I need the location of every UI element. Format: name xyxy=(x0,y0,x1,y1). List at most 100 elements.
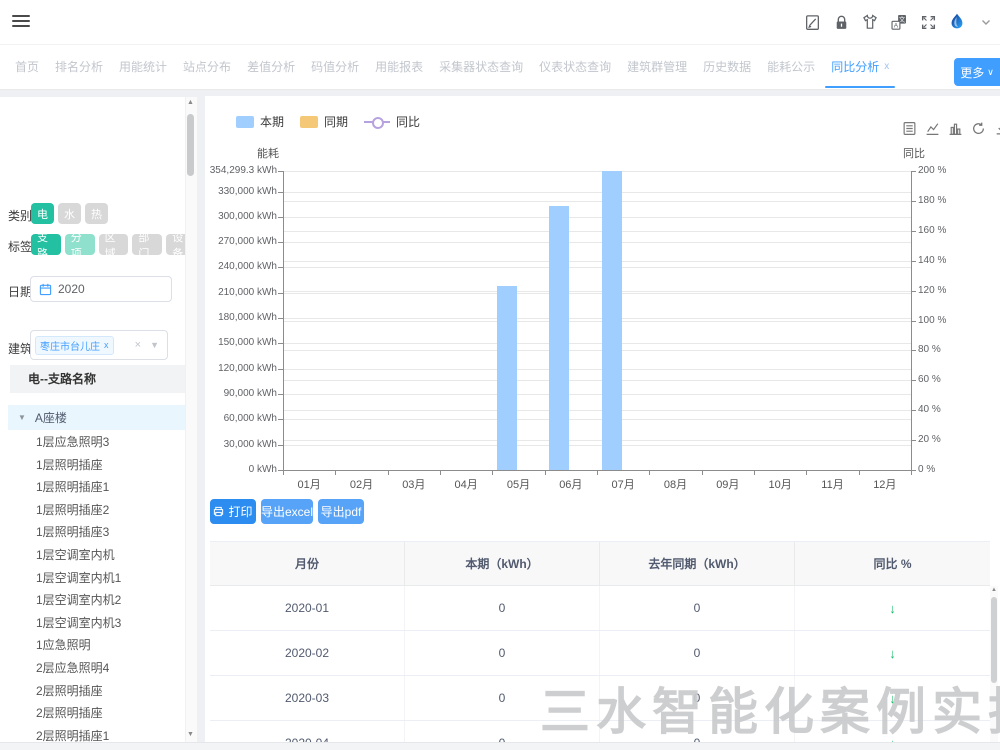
tree-item[interactable]: 1层照明插座2 xyxy=(8,499,186,522)
legend-item-peer[interactable]: 同期 xyxy=(300,113,348,130)
building-tag-close-icon[interactable]: x xyxy=(104,340,109,350)
tree-item[interactable]: 1层照明插座 xyxy=(8,454,186,477)
tab-6[interactable]: 码值分析 xyxy=(303,45,367,88)
print-label: 打印 xyxy=(228,503,252,520)
tree-item[interactable]: 2层照明插座1 xyxy=(8,725,186,742)
edit-log-icon[interactable] xyxy=(802,12,822,32)
tickmark xyxy=(911,470,912,475)
tickmark xyxy=(649,470,650,475)
tree-item[interactable]: 2层应急照明4 xyxy=(8,657,186,680)
tab-close-icon[interactable]: x xyxy=(884,61,889,72)
tab-label: 历史数据 xyxy=(703,58,751,75)
tickmark xyxy=(911,321,916,322)
tree-item[interactable]: 1层空调室内机 xyxy=(8,544,186,567)
cell-current: 0 xyxy=(405,586,600,630)
tree-item[interactable]: 1层空调室内机3 xyxy=(8,612,186,635)
tab-1[interactable]: 首页 xyxy=(7,45,47,88)
tag-option-部门[interactable]: 部门 xyxy=(132,234,162,255)
tab-5[interactable]: 差值分析 xyxy=(239,45,303,88)
table-scroll-up-icon[interactable]: ▲ xyxy=(990,587,998,593)
x-axis-tick-label: 12月 xyxy=(859,476,911,492)
tab-7[interactable]: 用能报表 xyxy=(367,45,431,88)
select-caret-icon[interactable]: ▼ xyxy=(150,340,159,350)
tickmark xyxy=(911,231,916,232)
tree-item[interactable]: 1层空调室内机1 xyxy=(8,567,186,590)
tab-9[interactable]: 仪表状态查询 xyxy=(531,45,619,88)
tree-item[interactable]: 1层照明插座1 xyxy=(8,476,186,499)
fullscreen-icon[interactable] xyxy=(918,12,938,32)
export-excel-label: 导出excel xyxy=(261,503,313,520)
tab-3[interactable]: 用能统计 xyxy=(111,45,175,88)
tab-8[interactable]: 采集器状态查询 xyxy=(431,45,531,88)
tab-11[interactable]: 历史数据 xyxy=(695,45,759,88)
category-option-水[interactable]: 水 xyxy=(58,203,81,224)
download-icon[interactable] xyxy=(994,121,1000,136)
select-clear-icon[interactable]: × xyxy=(135,339,141,351)
tickmark xyxy=(335,470,336,475)
table-header-cell: 同比 % xyxy=(795,542,990,585)
tickmark xyxy=(859,470,860,475)
category-option-电[interactable]: 电 xyxy=(31,203,54,224)
sidebar-scrollbar-thumb[interactable] xyxy=(187,114,194,176)
right-axis-title: 同比 xyxy=(903,145,925,161)
tab-label: 用能报表 xyxy=(375,58,423,75)
legend-label-yoy: 同比 xyxy=(396,113,420,130)
tab-bar: 首页排名分析用能统计站点分布差值分析码值分析用能报表采集器状态查询仪表状态查询建… xyxy=(0,44,1000,90)
grid-line xyxy=(283,201,911,202)
bottom-scroll-strip[interactable] xyxy=(0,742,1000,750)
bar-current-05月 xyxy=(497,286,517,470)
tree-item[interactable]: 1层照明插座3 xyxy=(8,521,186,544)
more-tabs-button[interactable]: 更多 ∨ xyxy=(954,58,1000,86)
lock-icon[interactable] xyxy=(831,12,851,32)
tag-option-分项[interactable]: 分项 xyxy=(65,234,95,255)
data-view-icon[interactable] xyxy=(902,121,917,136)
tickmark xyxy=(597,470,598,475)
grid-line xyxy=(283,410,911,411)
language-icon[interactable]: 文 A xyxy=(889,12,909,32)
legend-label-peer: 同期 xyxy=(324,113,348,130)
tree-item[interactable]: 2层照明插座 xyxy=(8,702,186,725)
sidebar-scrollbar-track[interactable] xyxy=(185,97,197,742)
tab-13[interactable]: 同比分析x xyxy=(823,45,897,88)
grid-line xyxy=(283,261,911,262)
export-excel-button[interactable]: 导出excel xyxy=(261,499,313,524)
y-axis-tick-label: 270,000 kWh xyxy=(203,236,277,247)
tab-2[interactable]: 排名分析 xyxy=(47,45,111,88)
scroll-down-icon[interactable]: ▼ xyxy=(186,731,195,738)
tab-10[interactable]: 建筑群管理 xyxy=(619,45,695,88)
category-option-热[interactable]: 热 xyxy=(85,203,108,224)
tree-node-building[interactable]: ▼ A座楼 xyxy=(8,405,186,430)
building-select[interactable]: 枣庄市台儿庄 x × ▼ xyxy=(30,330,168,360)
tab-12[interactable]: 能耗公示 xyxy=(759,45,823,88)
legend-item-current[interactable]: 本期 xyxy=(236,113,284,130)
tree-item[interactable]: 1层空调室内机2 xyxy=(8,589,186,612)
grid-line xyxy=(283,318,911,319)
tree-item[interactable]: 1应急照明 xyxy=(8,634,186,657)
refresh-icon[interactable] xyxy=(971,121,986,136)
tickmark xyxy=(911,440,916,441)
y-axis-tick-label: 120,000 kWh xyxy=(203,363,277,374)
right-axis-tick-label: 120 % xyxy=(918,285,946,296)
export-pdf-button[interactable]: 导出pdf xyxy=(318,499,364,524)
cell-trend: ↓ xyxy=(795,586,990,630)
theme-icon[interactable] xyxy=(860,12,880,32)
scroll-up-icon[interactable]: ▲ xyxy=(186,99,195,106)
date-input[interactable]: 2020 xyxy=(30,276,172,302)
tab-4[interactable]: 站点分布 xyxy=(175,45,239,88)
tree-collapse-icon[interactable]: ▼ xyxy=(18,413,26,422)
tag-option-区域[interactable]: 区域 xyxy=(99,234,129,255)
table-scrollbar-thumb[interactable] xyxy=(991,597,997,683)
print-button[interactable]: 打印 xyxy=(210,499,256,524)
hamburger-menu-icon[interactable] xyxy=(12,15,30,29)
line-chart-icon[interactable] xyxy=(925,121,940,136)
cell-last-year: 0 xyxy=(600,631,795,675)
tree-item[interactable]: 2层照明插座 xyxy=(8,680,186,703)
bar-chart-icon[interactable] xyxy=(948,121,963,136)
chevron-down-icon[interactable] xyxy=(976,12,996,32)
tree-item[interactable]: 1层应急照明3 xyxy=(8,431,186,454)
grid-line xyxy=(283,217,911,218)
x-axis-tick-label: 03月 xyxy=(388,476,440,492)
tag-option-支路[interactable]: 支路 xyxy=(31,234,61,255)
legend-item-yoy[interactable]: 同比 xyxy=(364,113,420,130)
printer-icon xyxy=(213,506,224,517)
